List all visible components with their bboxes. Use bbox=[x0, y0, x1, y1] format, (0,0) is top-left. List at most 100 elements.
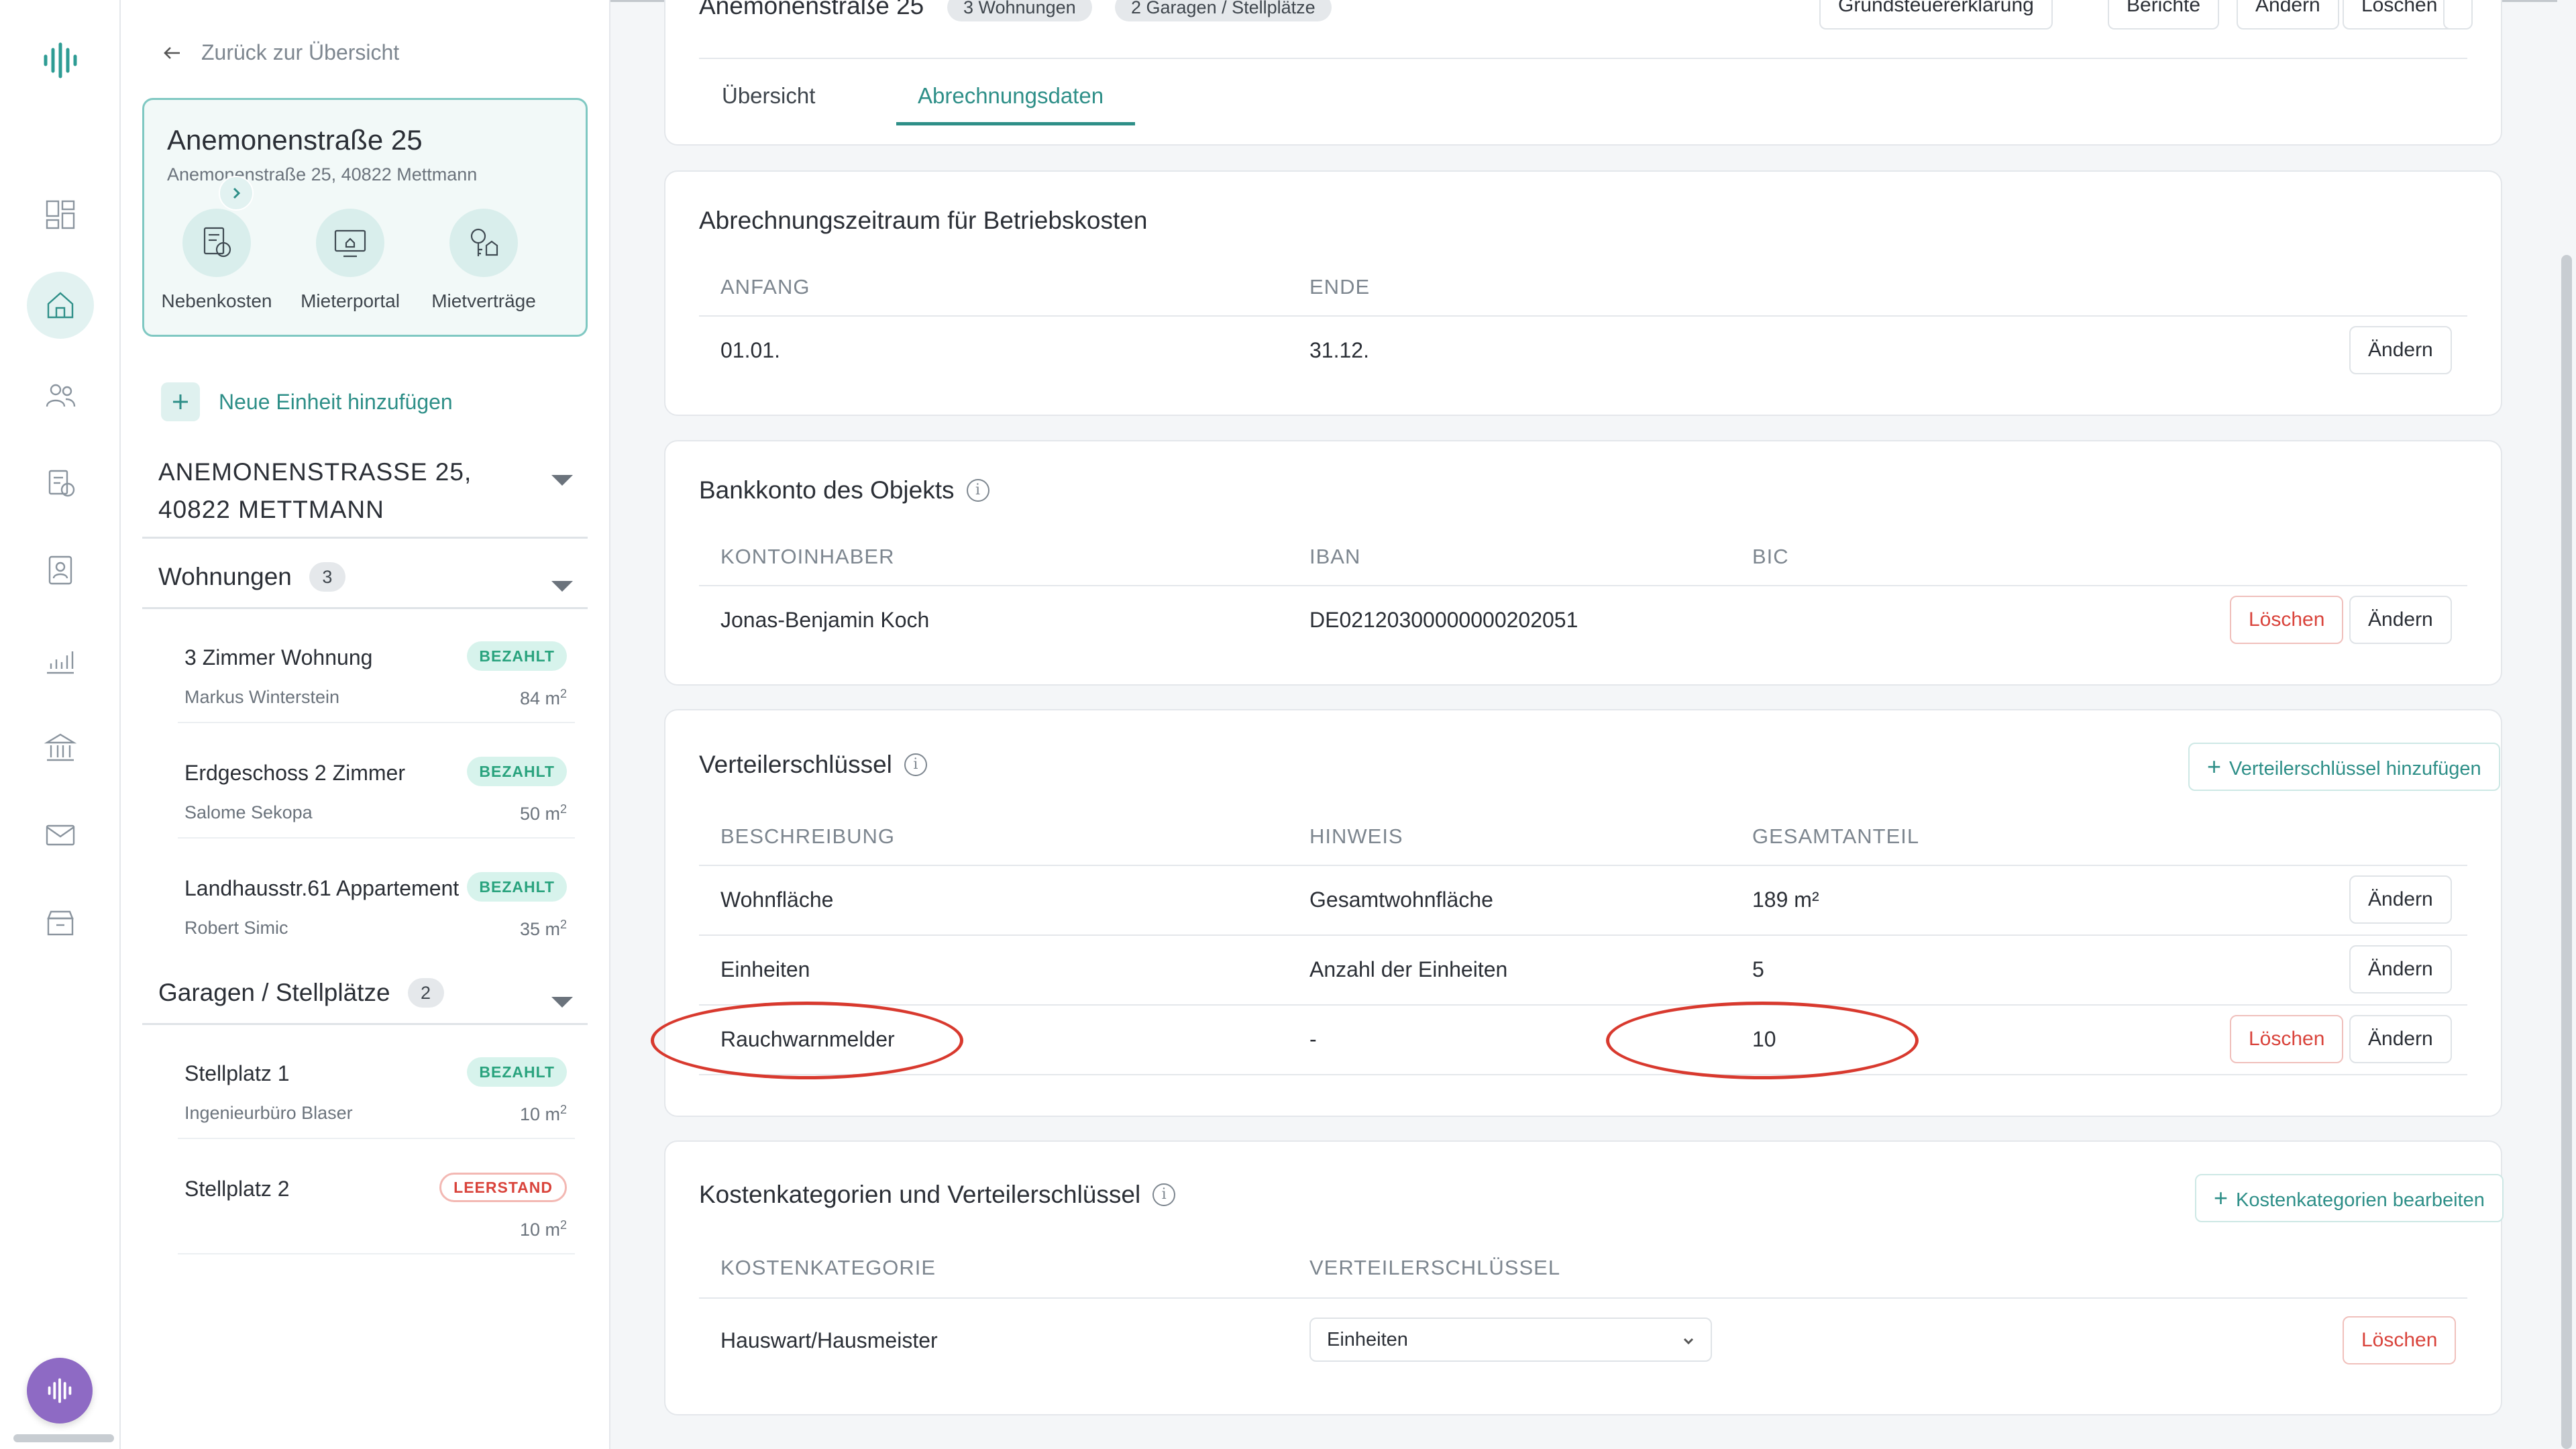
property-title: Anemonenstraße 25 bbox=[167, 124, 423, 156]
key-total: 189 m² bbox=[1752, 888, 1819, 912]
apartments-group-header[interactable]: Wohnungen 3 bbox=[158, 562, 345, 592]
add-unit-button[interactable]: Neue Einheit hinzufügen bbox=[161, 382, 453, 421]
key-contract-icon bbox=[470, 228, 498, 256]
horizontal-scrollbar[interactable] bbox=[13, 1434, 114, 1442]
unit-name: Stellplatz 2 bbox=[184, 1177, 290, 1201]
tenant-name: Ingenieurbüro Blaser bbox=[184, 1103, 353, 1123]
more-menu-button[interactable] bbox=[2443, 0, 2473, 30]
section-title: Kostenkategorien und Verteilerschlüssel i bbox=[699, 1181, 1176, 1209]
unit-list-item[interactable]: Landhausstr.61 Appartement BEZAHLT Rober… bbox=[184, 872, 567, 950]
divider bbox=[699, 58, 2467, 59]
caret-down-icon[interactable] bbox=[551, 581, 573, 592]
unit-list-item[interactable]: Erdgeschoss 2 Zimmer BEZAHLT Salome Seko… bbox=[178, 757, 575, 839]
delete-property-button[interactable]: Löschen bbox=[2343, 0, 2457, 30]
bank-account-card: Bankkonto des Objekts i KONTOINHABER IBAN… bbox=[664, 440, 2502, 686]
unit-name: Landhausstr.61 Appartement bbox=[184, 876, 460, 900]
column-header: GESAMTANTEIL bbox=[1752, 824, 1920, 848]
info-icon[interactable]: i bbox=[904, 753, 927, 776]
back-link[interactable]: Zurück zur Übersicht bbox=[161, 40, 399, 65]
add-unit-label: Neue Einheit hinzufügen bbox=[219, 389, 453, 414]
caret-down-icon[interactable] bbox=[551, 997, 573, 1008]
add-distribution-key-button[interactable]: + Verteilerschlüssel hinzufügen bbox=[2188, 743, 2500, 791]
unit-list-item[interactable]: 3 Zimmer Wohnung BEZAHLT Markus Winterst… bbox=[178, 641, 575, 723]
unit-area: 84 m2 bbox=[519, 687, 567, 708]
caret-down-icon[interactable] bbox=[551, 475, 573, 486]
divider bbox=[142, 1023, 588, 1025]
iban-value: DE02120300000000202051 bbox=[1309, 608, 1578, 632]
tenant-name: Robert Simic bbox=[184, 918, 288, 938]
main-content: Anemonenstraße 25 3 Wohnungen 2 Garagen … bbox=[610, 0, 2576, 1449]
active-tab-indicator bbox=[896, 122, 1135, 125]
unit-list-item[interactable]: Stellplatz 2 LEERSTAND 10 m2 bbox=[178, 1173, 575, 1254]
sidebar-toggle-button[interactable] bbox=[219, 176, 254, 211]
group-label: Garagen / Stellplätze bbox=[158, 979, 390, 1006]
nav-rail bbox=[0, 0, 121, 1449]
property-header-card: Anemonenstraße 25 3 Wohnungen 2 Garagen … bbox=[664, 0, 2502, 146]
property-card[interactable]: Anemonenstraße 25 Anemonenstraße 25, 408… bbox=[142, 98, 588, 337]
app-logo-icon[interactable] bbox=[40, 40, 80, 80]
chart-icon[interactable] bbox=[27, 627, 94, 694]
section-title: Bankkonto des Objekts i bbox=[699, 476, 989, 504]
status-badge: BEZAHLT bbox=[467, 872, 567, 902]
tab-abrechnungsdaten[interactable]: Abrechnungsdaten bbox=[918, 83, 1104, 109]
quicklink-mietvertraege[interactable]: Mietverträge bbox=[417, 209, 551, 312]
receipt-money-icon bbox=[203, 227, 231, 258]
section-title: Abrechnungszeitraum für Betriebskosten bbox=[699, 207, 1148, 234]
delete-key-button[interactable]: Löschen bbox=[2230, 1015, 2344, 1063]
edit-key-button[interactable]: Ändern bbox=[2349, 945, 2452, 994]
edit-bank-button[interactable]: Ändern bbox=[2349, 596, 2452, 644]
column-header: ANFANG bbox=[720, 275, 810, 299]
archive-icon[interactable] bbox=[27, 889, 94, 956]
annotation-ellipse bbox=[1606, 1002, 1919, 1079]
chevron-down-icon bbox=[1683, 1338, 1694, 1345]
count-badge: 3 bbox=[309, 562, 345, 592]
edit-key-button[interactable]: Ändern bbox=[2349, 1015, 2452, 1063]
dashboard-icon[interactable] bbox=[27, 181, 94, 248]
quicklink-mieterportal[interactable]: Mieterportal bbox=[283, 209, 417, 312]
delete-category-button[interactable]: Löschen bbox=[2343, 1316, 2457, 1364]
column-header: BIC bbox=[1752, 545, 1789, 568]
property-address: Anemonenstraße 25, 40822 Mettmann bbox=[167, 164, 478, 184]
contact-card-icon[interactable] bbox=[27, 537, 94, 604]
assistant-button[interactable] bbox=[27, 1358, 93, 1424]
key-hint: Gesamtwohnfläche bbox=[1309, 888, 1493, 912]
column-header: VERTEILERSCHLÜSSEL bbox=[1309, 1256, 1561, 1279]
users-icon[interactable] bbox=[27, 362, 94, 429]
bank-icon[interactable] bbox=[27, 714, 94, 782]
quicklink-label: Mietverträge bbox=[431, 290, 536, 311]
quicklink-label: Mieterportal bbox=[301, 290, 400, 311]
edit-period-button[interactable]: Ändern bbox=[2349, 326, 2452, 374]
key-description: Einheiten bbox=[720, 957, 810, 981]
unit-list-item[interactable]: Stellplatz 1 BEZAHLT Ingenieurbüro Blase… bbox=[178, 1057, 575, 1139]
reports-button[interactable]: Berichte bbox=[2108, 0, 2220, 30]
billing-period-card: Abrechnungszeitraum für Betriebskosten A… bbox=[664, 170, 2502, 416]
tab-uebersicht[interactable]: Übersicht bbox=[722, 83, 815, 109]
unit-area: 35 m2 bbox=[519, 918, 567, 939]
address-line: ANEMONENSTRASSE 25, bbox=[158, 458, 472, 486]
annotation-ellipse bbox=[651, 1002, 963, 1079]
column-header: KONTOINHABER bbox=[720, 545, 895, 568]
garages-group-header[interactable]: Garagen / Stellplätze 2 bbox=[158, 978, 444, 1008]
divider bbox=[142, 607, 588, 609]
back-label: Zurück zur Übersicht bbox=[201, 40, 400, 64]
quicklink-nebenkosten[interactable]: Nebenkosten bbox=[150, 209, 284, 312]
edit-categories-button[interactable]: + Kostenkategorien bearbeiten bbox=[2195, 1174, 2504, 1222]
quicklink-label: Nebenkosten bbox=[161, 290, 272, 311]
delete-bank-button[interactable]: Löschen bbox=[2230, 596, 2344, 644]
category-name: Hauswart/Hausmeister bbox=[720, 1328, 938, 1352]
tax-declaration-button[interactable]: Grundsteuererklärung bbox=[1819, 0, 2053, 30]
address-group-header[interactable]: ANEMONENSTRASSE 25, 40822 METTMANN bbox=[158, 453, 472, 529]
account-holder: Jonas-Benjamin Koch bbox=[720, 608, 930, 632]
edit-key-button[interactable]: Ändern bbox=[2349, 875, 2452, 924]
mail-icon[interactable] bbox=[27, 802, 94, 869]
home-icon[interactable] bbox=[27, 272, 94, 339]
unit-area: 50 m2 bbox=[519, 802, 567, 824]
cost-categories-card: Kostenkategorien und Verteilerschlüssel i… bbox=[664, 1140, 2504, 1415]
info-icon[interactable]: i bbox=[966, 479, 989, 502]
info-icon[interactable]: i bbox=[1152, 1183, 1176, 1206]
vertical-scrollbar[interactable] bbox=[2557, 0, 2576, 1449]
billing-icon[interactable] bbox=[27, 449, 94, 517]
distribution-key-select[interactable]: Einheiten bbox=[1309, 1318, 1712, 1362]
status-badge: BEZAHLT bbox=[467, 641, 567, 671]
edit-property-button[interactable]: Ändern bbox=[2237, 0, 2339, 30]
